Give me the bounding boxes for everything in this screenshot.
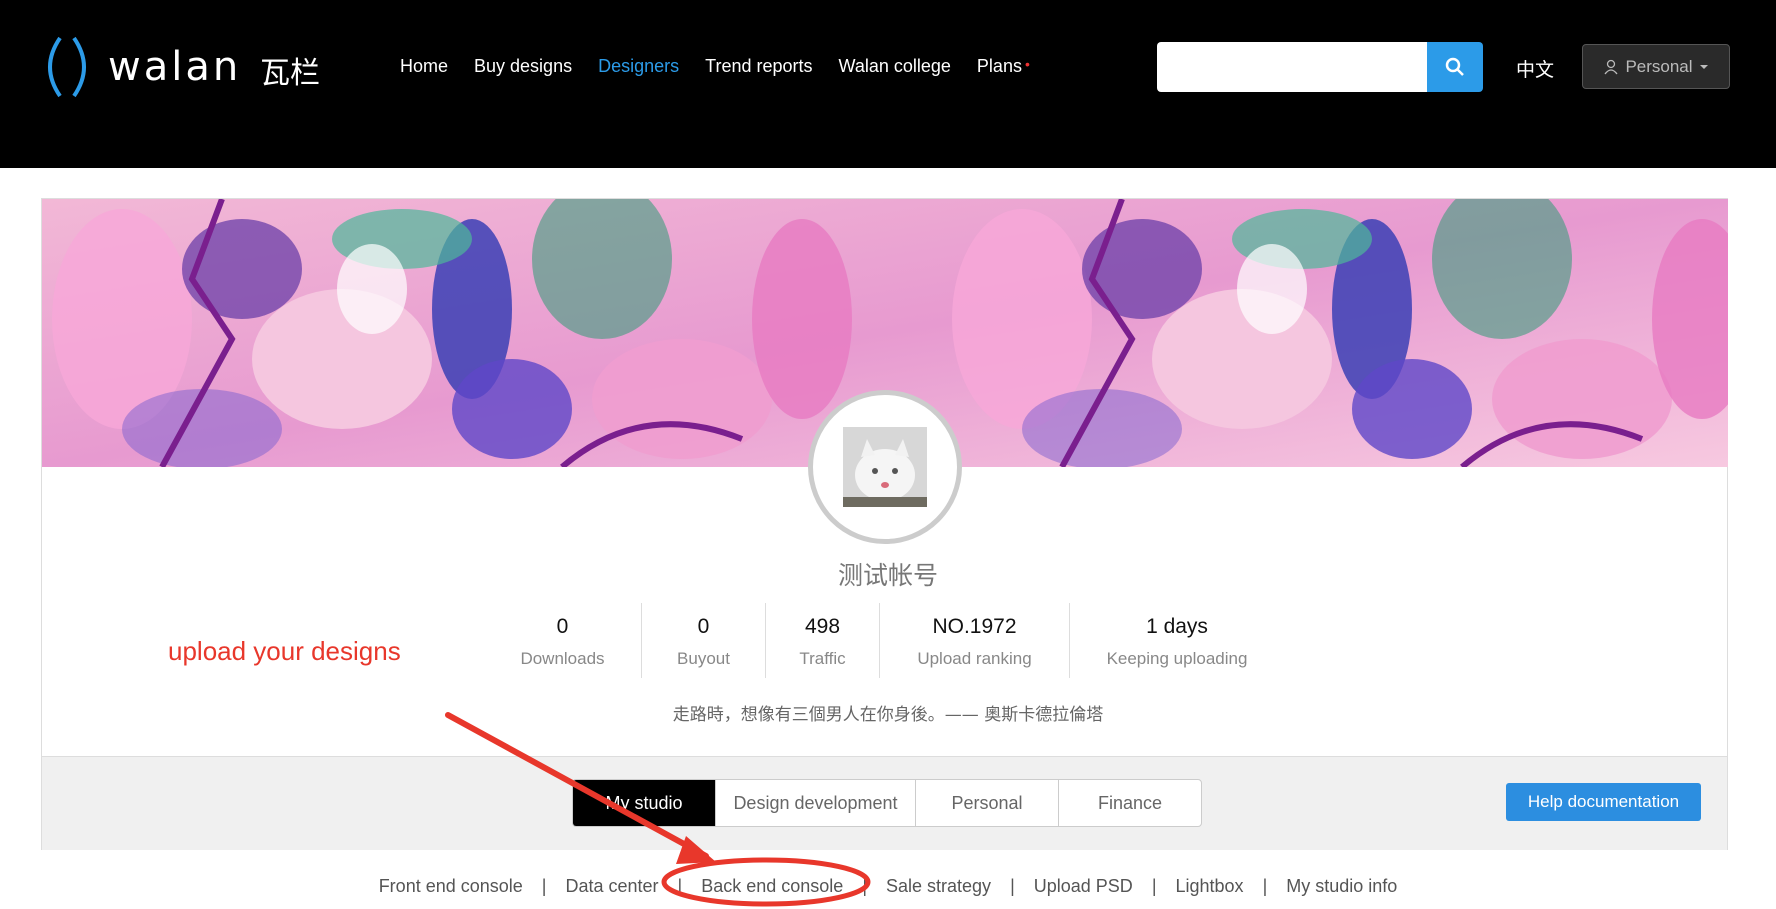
top-navigation-bar: walan 瓦栏 Home Buy designs Designers Tren… bbox=[0, 0, 1776, 168]
stat-traffic: 498 Traffic bbox=[766, 603, 880, 678]
username: 测试帐号 bbox=[837, 561, 938, 590]
annotation-upload-designs: upload your designs bbox=[168, 636, 401, 666]
help-documentation-button[interactable]: Help documentation bbox=[1506, 783, 1701, 821]
subnav-my-studio-info[interactable]: My studio info bbox=[1267, 876, 1416, 897]
tab-finance[interactable]: Finance bbox=[1059, 780, 1201, 826]
subnav-sale-strategy[interactable]: Sale strategy bbox=[867, 876, 1010, 897]
search-box bbox=[1157, 42, 1483, 92]
logo-chinese: 瓦栏 bbox=[260, 56, 320, 91]
search-input[interactable] bbox=[1157, 42, 1427, 92]
search-button[interactable] bbox=[1427, 42, 1483, 92]
logo-icon bbox=[48, 36, 86, 98]
profile-stats: 0 Downloads 0 Buyout 498 Traffic NO.1972… bbox=[484, 603, 1284, 678]
stat-label: Traffic bbox=[799, 649, 846, 668]
stat-label: Downloads bbox=[520, 649, 605, 668]
stat-label: Keeping uploading bbox=[1106, 649, 1248, 668]
nav-buy-designs[interactable]: Buy designs bbox=[474, 56, 572, 77]
stat-value: NO.1972 bbox=[932, 615, 1017, 638]
user-icon bbox=[1604, 59, 1618, 74]
stat-keeping-uploading: 1 days Keeping uploading bbox=[1070, 603, 1284, 678]
profile-motto: 走路時，想像有三個男人在你身後。—— 奧斯卡德拉倫塔 bbox=[672, 705, 1104, 725]
walan-logo[interactable]: walan 瓦栏 bbox=[38, 34, 358, 100]
stat-value: 0 bbox=[556, 615, 569, 638]
nav-designers[interactable]: Designers bbox=[598, 56, 679, 77]
stat-buyout: 0 Buyout bbox=[642, 603, 766, 678]
subnav-upload-psd[interactable]: Upload PSD bbox=[1015, 876, 1152, 897]
nav-plans[interactable]: Plans • bbox=[977, 56, 1030, 77]
language-switch[interactable]: 中文 bbox=[1516, 55, 1554, 82]
avatar-frame[interactable] bbox=[808, 390, 962, 544]
tab-personal[interactable]: Personal bbox=[916, 780, 1059, 826]
cat-photo bbox=[843, 427, 927, 507]
studio-tab-bar: My studio Design development Personal Fi… bbox=[42, 756, 1727, 850]
caret-down-icon bbox=[1699, 64, 1708, 69]
avatar bbox=[843, 427, 927, 507]
nav-plans-label: Plans bbox=[976, 56, 1022, 76]
stat-label: Upload ranking bbox=[917, 649, 1032, 668]
stat-downloads: 0 Downloads bbox=[484, 603, 642, 678]
tab-design-development[interactable]: Design development bbox=[716, 780, 916, 826]
subnav-back-end-console[interactable]: Back end console bbox=[682, 876, 862, 897]
stat-value: 498 bbox=[804, 615, 841, 638]
subnav-front-end-console[interactable]: Front end console bbox=[360, 876, 542, 897]
subnav-data-center[interactable]: Data center bbox=[546, 876, 677, 897]
search-icon bbox=[1445, 57, 1464, 76]
stat-value: 0 bbox=[697, 615, 710, 638]
nav-home[interactable]: Home bbox=[400, 56, 448, 77]
stat-value: 1 days bbox=[1146, 615, 1208, 638]
nav-walan-college[interactable]: Walan college bbox=[839, 56, 951, 77]
personal-dropdown[interactable]: Personal bbox=[1582, 44, 1730, 89]
plans-badge-dot: • bbox=[1024, 56, 1030, 72]
nav-trend-reports[interactable]: Trend reports bbox=[705, 56, 812, 77]
studio-subnav: Front end console | Data center | Back e… bbox=[0, 876, 1776, 897]
personal-label: Personal bbox=[1625, 56, 1693, 76]
logo-wordmark: walan bbox=[108, 44, 242, 90]
subnav-lightbox[interactable]: Lightbox bbox=[1157, 876, 1263, 897]
main-nav: Home Buy designs Designers Trend reports… bbox=[400, 56, 1056, 77]
studio-tabs: My studio Design development Personal Fi… bbox=[572, 779, 1202, 827]
stat-label: Buyout bbox=[677, 649, 730, 668]
tab-my-studio[interactable]: My studio bbox=[573, 780, 716, 826]
stat-upload-ranking: NO.1972 Upload ranking bbox=[880, 603, 1070, 678]
